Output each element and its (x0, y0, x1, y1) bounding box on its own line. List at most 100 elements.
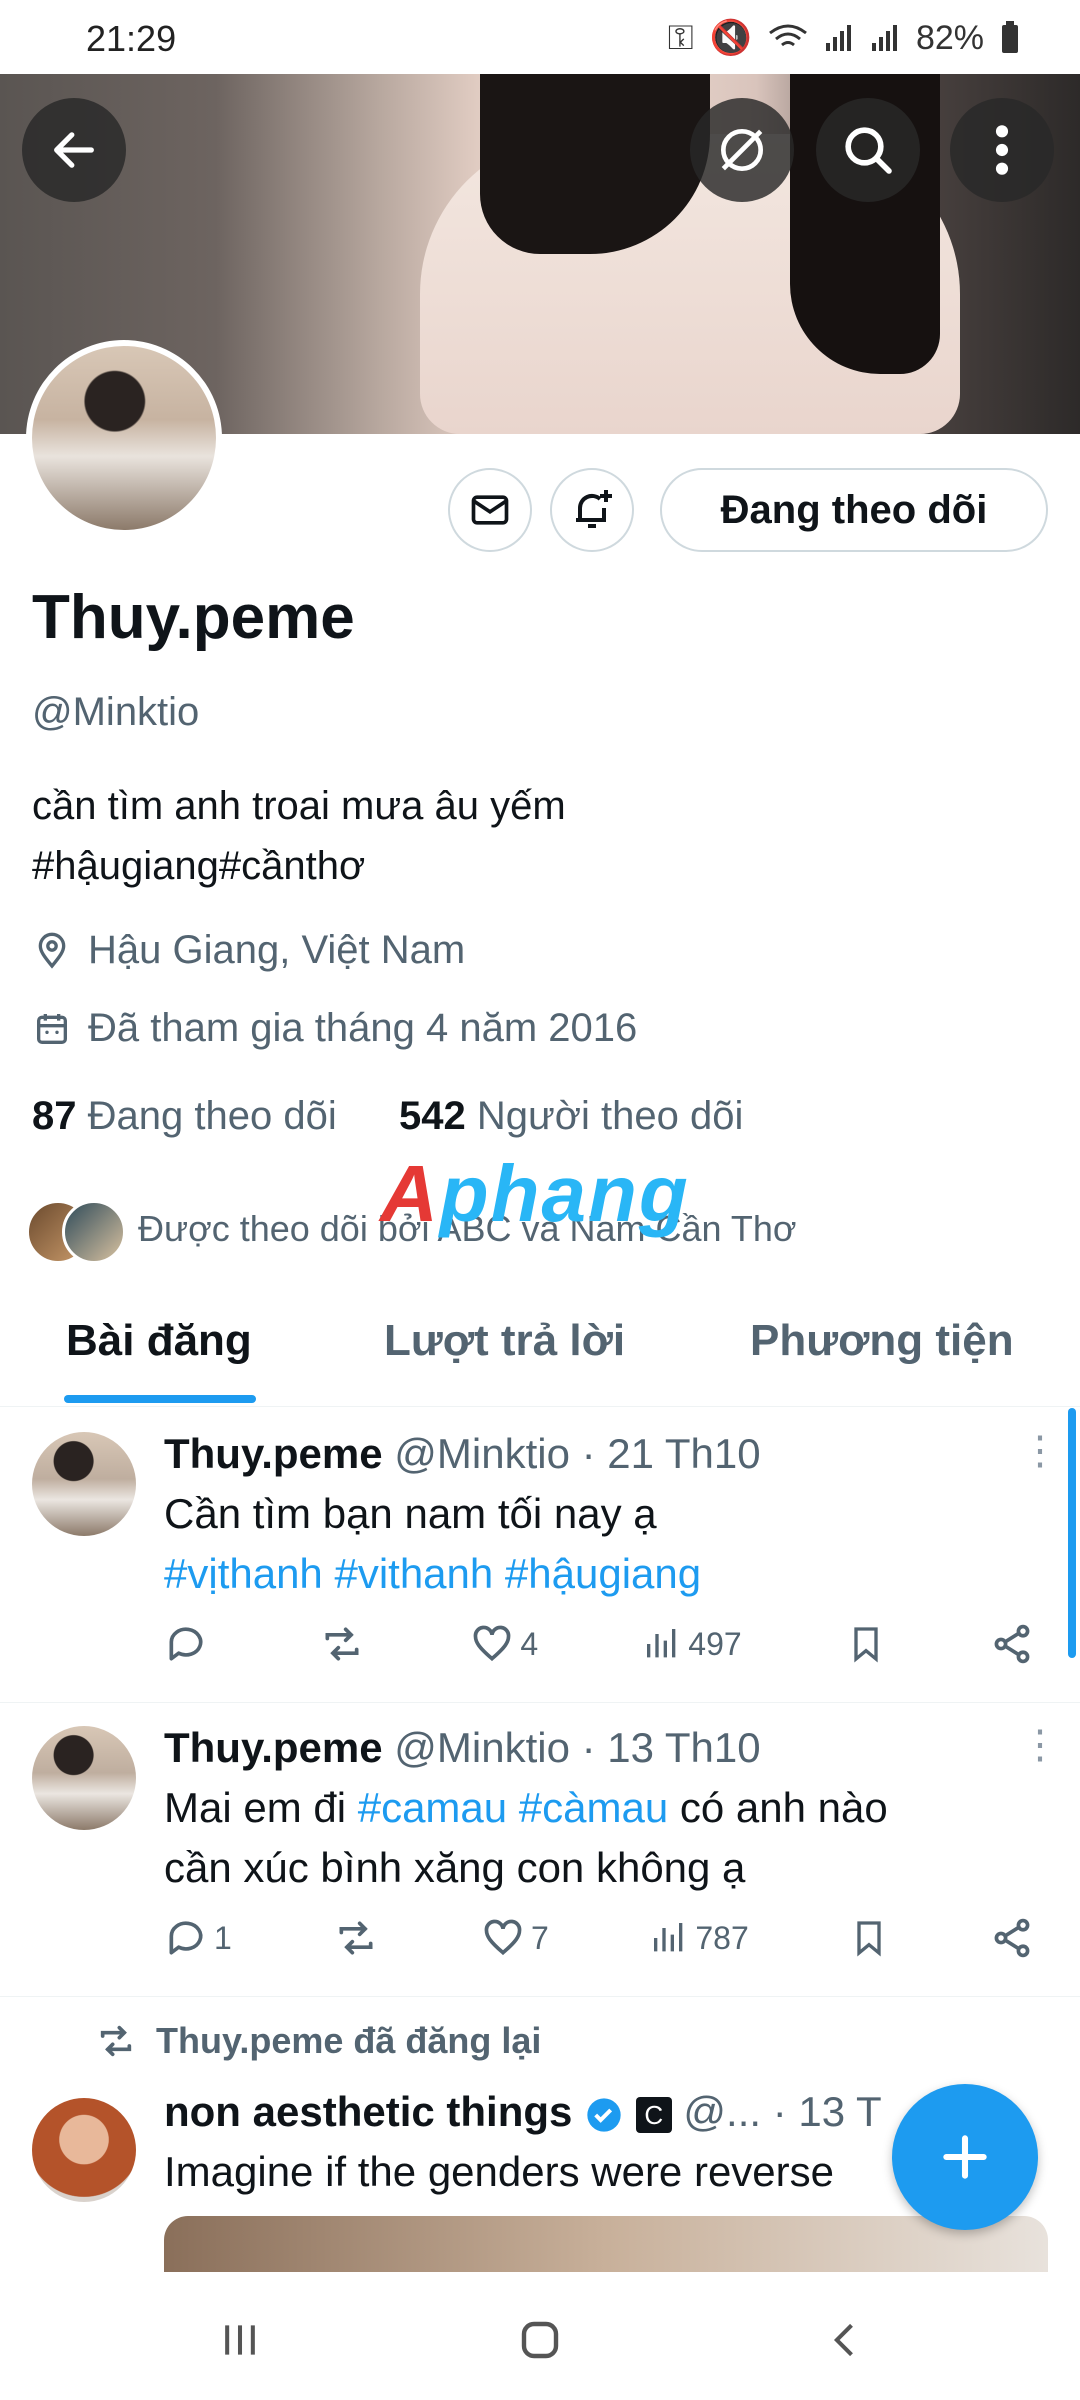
tweet-author[interactable]: Thuy.peme (164, 1724, 383, 1771)
views-button[interactable]: 787 (649, 1918, 749, 1958)
bio-line-2: #hậugiang#cầnthơ (32, 844, 366, 888)
tweet[interactable]: Thuy.peme @Minktio · 21 Th10 ⋮ Cần tìm b… (0, 1408, 1080, 1703)
share-button[interactable] (990, 1622, 1034, 1666)
tweet-handle: @Minktio (394, 1724, 570, 1771)
more-button[interactable] (950, 98, 1054, 202)
following-link[interactable]: 87 Đang theo dõi (32, 1094, 337, 1138)
repost-button[interactable] (332, 1916, 380, 1960)
reply-button[interactable] (164, 1622, 214, 1666)
avatar[interactable] (32, 1726, 136, 1830)
share-button[interactable] (990, 1916, 1034, 1960)
reply-count: 1 (214, 1919, 232, 1956)
profile-tabs: Bài đăng Lượt trả lời Phương tiện (0, 1296, 1080, 1407)
like-button[interactable]: 4 (470, 1622, 538, 1666)
tweet-text: Mai em đi #camau #càmau có anh nào cần x… (164, 1778, 1044, 1898)
views-button[interactable]: 497 (642, 1624, 742, 1664)
location-text: Hậu Giang, Việt Nam (88, 928, 466, 972)
like-count: 4 (520, 1625, 539, 1662)
avatar[interactable] (32, 2098, 136, 2202)
message-button[interactable] (448, 468, 532, 552)
bio-line-1: cần tìm anh troai mưa âu yếm (32, 784, 566, 828)
grok-button[interactable] (690, 98, 794, 202)
home-button[interactable] (516, 2316, 564, 2369)
tweet-author[interactable]: Thuy.peme (164, 1430, 383, 1477)
affiliate-badge-icon: C (635, 2096, 672, 2133)
tweet-text-a: Mai em đi (164, 1784, 358, 1831)
compose-button[interactable] (892, 2084, 1038, 2230)
tweet-more-icon[interactable]: ⋮ (1020, 1428, 1060, 1474)
like-count: 7 (530, 1919, 549, 1956)
back-nav-button[interactable] (824, 2318, 868, 2367)
followers-label: Người theo dõi (476, 1094, 744, 1138)
tab-replies[interactable]: Lượt trả lời (384, 1316, 625, 1366)
mute-icon: 🔇 (709, 19, 752, 57)
heart-icon (473, 1625, 511, 1662)
views-chart-icon (647, 1629, 676, 1658)
location-pin-icon (38, 932, 66, 969)
bookmark-button[interactable] (846, 1622, 886, 1666)
repost-indicator: Thuy.peme đã đăng lại (94, 2020, 541, 2062)
signal-icon-2 (871, 25, 897, 51)
tweet-text-b: có anh nào (668, 1784, 888, 1831)
tab-media[interactable]: Phương tiện (750, 1316, 1014, 1366)
share-icon (994, 1918, 1030, 1958)
profile-bio: cần tìm anh troai mưa âu yếm #hậugiang#c… (32, 776, 1032, 896)
share-icon (994, 1624, 1030, 1664)
tweet-media[interactable] (164, 2216, 1048, 2272)
tweet-text: Cần tìm bạn nam tối nay ạ #vịthanh #vith… (164, 1484, 1044, 1604)
profile-joined: Đã tham gia tháng 4 năm 2016 (32, 1006, 637, 1051)
tweet[interactable]: Thuy.peme @Minktio · 13 Th10 ⋮ Mai em đi… (0, 1702, 1080, 1997)
followers-link[interactable]: 542 Người theo dõi (399, 1094, 743, 1138)
search-button[interactable] (816, 98, 920, 202)
recent-apps-button[interactable] (218, 2318, 262, 2367)
tweet-hashtags[interactable]: #vịthanh #vithanh #hậugiang (164, 1544, 1044, 1604)
repost-button[interactable] (318, 1622, 366, 1666)
tweet-author[interactable]: non aesthetic things (164, 2088, 572, 2135)
like-button[interactable]: 7 (481, 1916, 549, 1960)
repost-label: Thuy.peme đã đăng lại (156, 2020, 542, 2061)
verified-badge-icon (587, 2098, 621, 2132)
back-button[interactable] (22, 98, 126, 202)
tweet-more-icon[interactable]: ⋮ (1020, 1722, 1060, 1768)
profile-handle: @Minktio (32, 690, 200, 734)
repost-icon (325, 1627, 359, 1661)
notify-button[interactable] (550, 468, 634, 552)
followed-by-avatars (26, 1200, 126, 1264)
repost-icon (339, 1921, 373, 1955)
tweet-date: · 21 Th10 (581, 1430, 761, 1477)
bookmark-button[interactable] (849, 1916, 889, 1960)
tweet-handle: @... (683, 2088, 762, 2135)
following-button[interactable]: Đang theo dõi (660, 468, 1048, 552)
status-icons: ⚿ 🔇 82% (668, 18, 1020, 58)
grok-icon (721, 129, 763, 171)
tweet-header: Thuy.peme @Minktio · 13 Th10 (164, 1724, 761, 1772)
tweet-actions: 4 497 (164, 1622, 1034, 1666)
reply-button[interactable]: 1 (164, 1916, 232, 1960)
tweet-hashtags[interactable]: #camau #càmau (358, 1784, 669, 1831)
tweet-text-line-2: cần xúc bình xăng con không ạ (164, 1844, 746, 1891)
tweet-text-line: Mai em đi #camau #càmau có anh nào (164, 1778, 1044, 1838)
following-label: Đang theo dõi (87, 1094, 337, 1138)
views-count: 787 (695, 1919, 749, 1956)
calendar-icon (37, 1013, 67, 1044)
profile-name: Thuy.peme (32, 583, 355, 652)
home-icon (521, 2321, 559, 2359)
more-vertical-icon (995, 125, 1009, 175)
system-nav-bar (0, 2272, 1080, 2400)
tab-posts[interactable]: Bài đăng (66, 1316, 252, 1366)
following-count: 87 (32, 1094, 77, 1138)
watermark-logo: Aphang (380, 1149, 690, 1238)
key-icon: ⚿ (667, 18, 694, 57)
tweet-header: non aesthetic things C @... · 13 T (164, 2088, 882, 2136)
heart-icon (484, 1919, 522, 1956)
mail-icon (471, 495, 509, 525)
avatar[interactable] (32, 1432, 136, 1536)
profile-location: Hậu Giang, Việt Nam (32, 928, 465, 973)
recent-apps-icon (225, 2325, 255, 2355)
profile-avatar[interactable] (26, 340, 222, 536)
tweet-text-line: Cần tìm bạn nam tối nay ạ (164, 1490, 657, 1537)
search-icon (845, 127, 892, 174)
repost-icon (100, 2025, 132, 2057)
tweet-actions: 1 7 787 (164, 1916, 1034, 1960)
signal-icon (825, 25, 851, 51)
